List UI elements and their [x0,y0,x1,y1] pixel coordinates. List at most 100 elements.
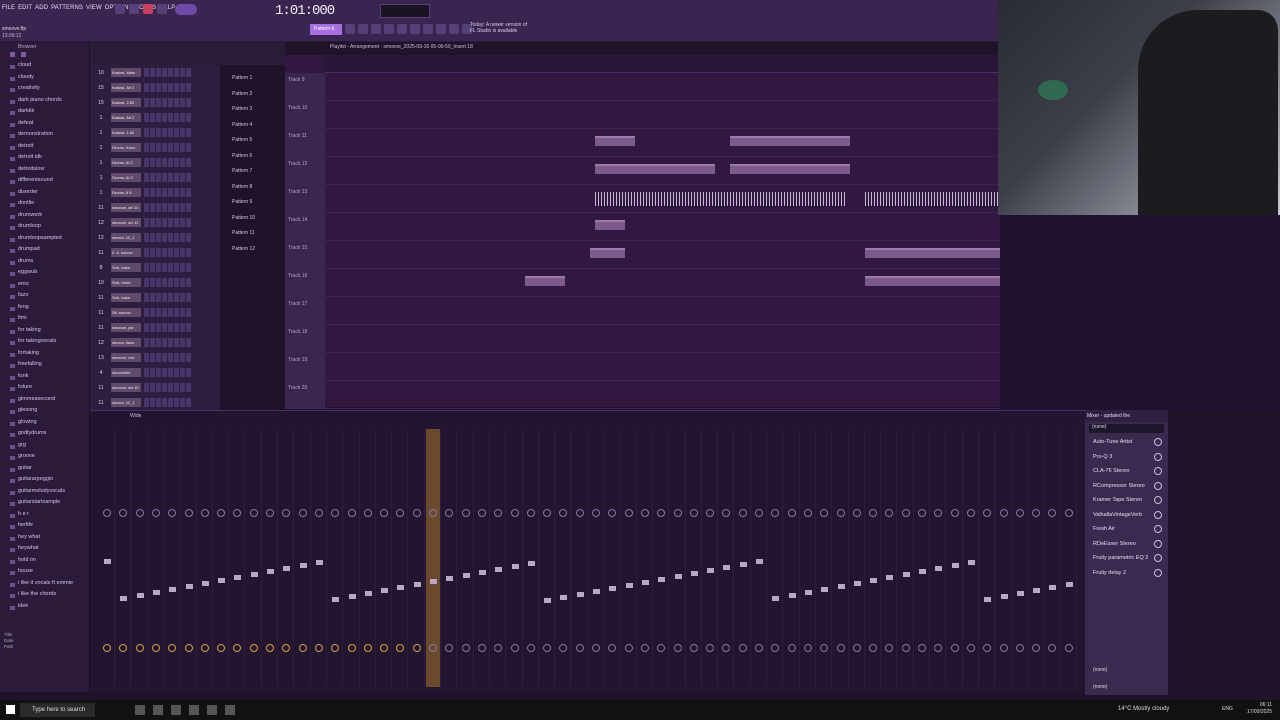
send-knob[interactable] [738,644,747,652]
volume-fader[interactable] [804,590,812,595]
step-button[interactable] [162,98,167,107]
step-button[interactable] [168,278,173,287]
browser-folder[interactable]: defeat [0,120,89,132]
pattern-item[interactable]: Pattern 11 [228,230,283,246]
channel-route-number[interactable]: 4 [94,370,108,376]
mixer-track[interactable] [263,429,278,687]
mixer-track[interactable] [980,429,996,687]
effect-enable-toggle[interactable] [1154,510,1162,519]
pan-knob[interactable] [526,509,535,517]
step-button[interactable] [144,173,149,182]
effect-enable-toggle[interactable] [1154,467,1162,475]
pan-knob[interactable] [477,509,486,517]
step-sequencer[interactable] [144,278,191,287]
browser-back-icon[interactable] [10,52,15,57]
step-button[interactable] [186,203,191,212]
step-button[interactable] [186,158,191,167]
send-knob[interactable] [200,644,209,652]
step-sequencer[interactable] [144,338,191,347]
volume-fader[interactable] [853,581,861,586]
browser-folder[interactable]: cloudy [0,74,89,86]
pan-knob[interactable] [1015,509,1024,517]
volume-fader[interactable] [756,559,763,564]
browser-folder[interactable]: guitarstartsample [0,499,89,511]
step-button[interactable] [180,338,185,347]
pan-knob[interactable] [885,509,894,517]
step-button[interactable] [156,248,161,257]
mixer-track[interactable] [556,429,572,687]
volume-fader[interactable] [462,573,470,578]
mixer-track[interactable] [133,429,148,687]
browser-folder[interactable]: cloud [0,62,89,74]
send-knob[interactable] [852,644,861,652]
mixer-track[interactable] [198,429,213,687]
step-button[interactable] [162,143,167,152]
volume-fader[interactable] [984,597,992,602]
step-button[interactable] [180,368,185,377]
step-button[interactable] [156,323,161,332]
pan-knob[interactable] [135,509,144,517]
pan-knob[interactable] [934,509,943,517]
step-sequencer[interactable] [144,368,191,377]
step-button[interactable] [150,368,155,377]
volume-fader[interactable] [641,580,649,585]
pattern-item[interactable]: Pattern 1 [228,75,283,91]
step-button[interactable] [162,308,167,317]
track-label[interactable]: Track 11 [285,129,325,157]
step-button[interactable] [162,173,167,182]
playlist-track[interactable]: Track 17 [285,297,1000,325]
effect-slot[interactable]: RCompressor Stereo [1085,479,1168,494]
step-button[interactable] [186,98,191,107]
pan-knob[interactable] [592,509,600,517]
step-button[interactable] [186,263,191,272]
browser-folder[interactable]: freefalling [0,361,89,373]
browser-folder[interactable]: hey what [0,534,89,546]
mixer-track[interactable] [312,429,327,687]
step-button[interactable] [180,143,185,152]
step-sequencer[interactable] [144,353,191,362]
pan-knob[interactable] [233,509,242,517]
channel-route-number[interactable]: 13 [94,355,108,361]
step-button[interactable] [150,278,155,287]
channel-name-button[interactable]: Kadosi, Main [111,68,141,77]
step-button[interactable] [186,383,191,392]
step-button[interactable] [162,203,167,212]
step-button[interactable] [186,353,191,362]
send-knob[interactable] [135,644,144,652]
send-knob[interactable] [1032,644,1041,652]
send-knob[interactable] [103,644,111,652]
mixer-track[interactable] [687,429,702,687]
step-button[interactable] [156,143,161,152]
toolbar-tool-icon[interactable] [449,24,459,34]
channel-name-button[interactable]: smoov, 12_1 [111,233,141,242]
pan-knob[interactable] [543,509,552,517]
menu-item[interactable]: FILE [2,5,15,11]
step-button[interactable] [174,83,179,92]
step-button[interactable] [150,353,155,362]
send-knob[interactable] [575,644,584,652]
send-knob[interactable] [445,644,454,652]
mixer-wide-label[interactable]: Wide [130,413,141,419]
pan-knob[interactable] [869,509,878,517]
step-button[interactable] [174,203,179,212]
channel-route-number[interactable]: 10 [94,280,108,286]
volume-fader[interactable] [837,584,845,589]
playlist-track[interactable]: Track 16 [285,269,1000,297]
step-sequencer[interactable] [144,143,191,152]
pan-knob[interactable] [706,509,715,517]
volume-fader[interactable] [674,574,682,579]
step-button[interactable] [168,263,173,272]
browser-folder[interactable]: darkkk [0,108,89,120]
channel-name-button[interactable]: Kadosi, 1.82 [111,128,141,137]
browser-folder[interactable]: drumpad [0,246,89,258]
step-button[interactable] [156,203,161,212]
step-button[interactable] [144,203,149,212]
send-knob[interactable] [918,644,926,652]
pattern-clip[interactable] [595,136,635,146]
browser-folder[interactable]: detroitslow [0,166,89,178]
channel-route-number[interactable]: 11 [94,310,108,316]
step-button[interactable] [186,368,191,377]
send-knob[interactable] [771,644,780,652]
pan-knob[interactable] [950,509,959,517]
step-button[interactable] [162,293,167,302]
